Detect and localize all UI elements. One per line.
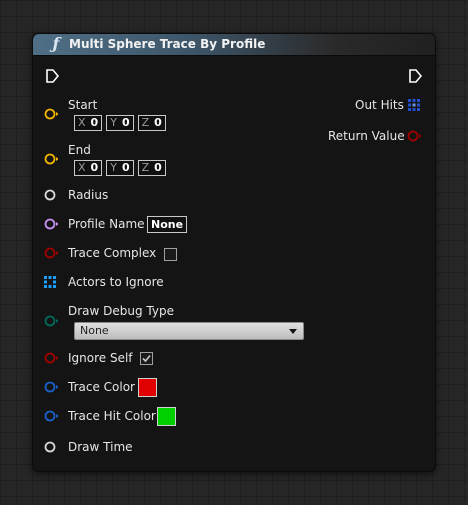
- checkmark-icon: [142, 354, 151, 363]
- out-hits-array-pin-icon[interactable]: [407, 98, 421, 112]
- trace-hit-color-label: Trace Hit Color: [68, 409, 156, 423]
- draw-debug-type-enum-pin-icon[interactable]: [44, 314, 58, 328]
- trace-complex-bool-pin-icon[interactable]: [44, 246, 58, 260]
- trace-color-pin-icon[interactable]: [44, 380, 58, 394]
- end-z-input[interactable]: Z0: [137, 160, 166, 176]
- ignore-self-bool-pin-icon[interactable]: [44, 351, 58, 365]
- draw-time-float-pin-icon[interactable]: [44, 440, 58, 454]
- profile-name-input[interactable]: None: [147, 216, 188, 233]
- trace-hit-color-pin-icon[interactable]: [44, 409, 58, 423]
- trace-color-swatch[interactable]: [138, 378, 157, 397]
- trace-complex-checkbox[interactable]: [164, 248, 177, 261]
- start-y-input[interactable]: Y0: [106, 115, 134, 131]
- trace-hit-color-swatch[interactable]: [157, 407, 176, 426]
- start-z-input[interactable]: Z0: [137, 115, 166, 131]
- trace-complex-label: Trace Complex: [68, 246, 157, 260]
- draw-debug-type-label: Draw Debug Type: [68, 304, 174, 318]
- radius-label: Radius: [68, 188, 109, 202]
- profile-name-pin-icon[interactable]: [44, 217, 58, 231]
- end-vector-pin-icon[interactable]: [44, 152, 58, 166]
- draw-debug-type-value: None: [80, 324, 109, 337]
- actors-to-ignore-label: Actors to Ignore: [68, 275, 164, 289]
- multi-sphere-trace-node[interactable]: ƒ Multi Sphere Trace By Profile Start X0…: [32, 33, 436, 472]
- radius-float-pin-icon[interactable]: [44, 188, 58, 202]
- draw-debug-type-dropdown[interactable]: None: [74, 322, 304, 340]
- end-vector-field[interactable]: X0 Y0 Z0: [74, 160, 166, 176]
- node-header[interactable]: ƒ Multi Sphere Trace By Profile: [33, 34, 435, 56]
- actors-to-ignore-array-pin-icon[interactable]: [43, 275, 57, 289]
- profile-name-label: Profile Name: [68, 217, 145, 231]
- exec-out-pin-icon[interactable]: [408, 69, 422, 83]
- function-icon: ƒ: [52, 34, 60, 53]
- return-value-label: Return Value: [328, 129, 405, 143]
- end-label: End: [68, 143, 91, 157]
- trace-color-label: Trace Color: [68, 380, 135, 394]
- ignore-self-checkbox[interactable]: [140, 352, 153, 365]
- exec-in-pin-icon[interactable]: [45, 69, 59, 83]
- start-vector-pin-icon[interactable]: [44, 107, 58, 121]
- start-x-input[interactable]: X0: [74, 115, 103, 131]
- draw-time-label: Draw Time: [68, 440, 133, 454]
- return-value-bool-pin-icon[interactable]: [407, 129, 421, 143]
- node-title: Multi Sphere Trace By Profile: [69, 37, 266, 51]
- end-y-input[interactable]: Y0: [106, 160, 134, 176]
- start-label: Start: [68, 98, 98, 112]
- start-vector-field[interactable]: X0 Y0 Z0: [74, 115, 166, 131]
- end-x-input[interactable]: X0: [74, 160, 103, 176]
- ignore-self-label: Ignore Self: [68, 351, 133, 365]
- out-hits-label: Out Hits: [355, 98, 404, 112]
- chevron-down-icon: [289, 329, 297, 334]
